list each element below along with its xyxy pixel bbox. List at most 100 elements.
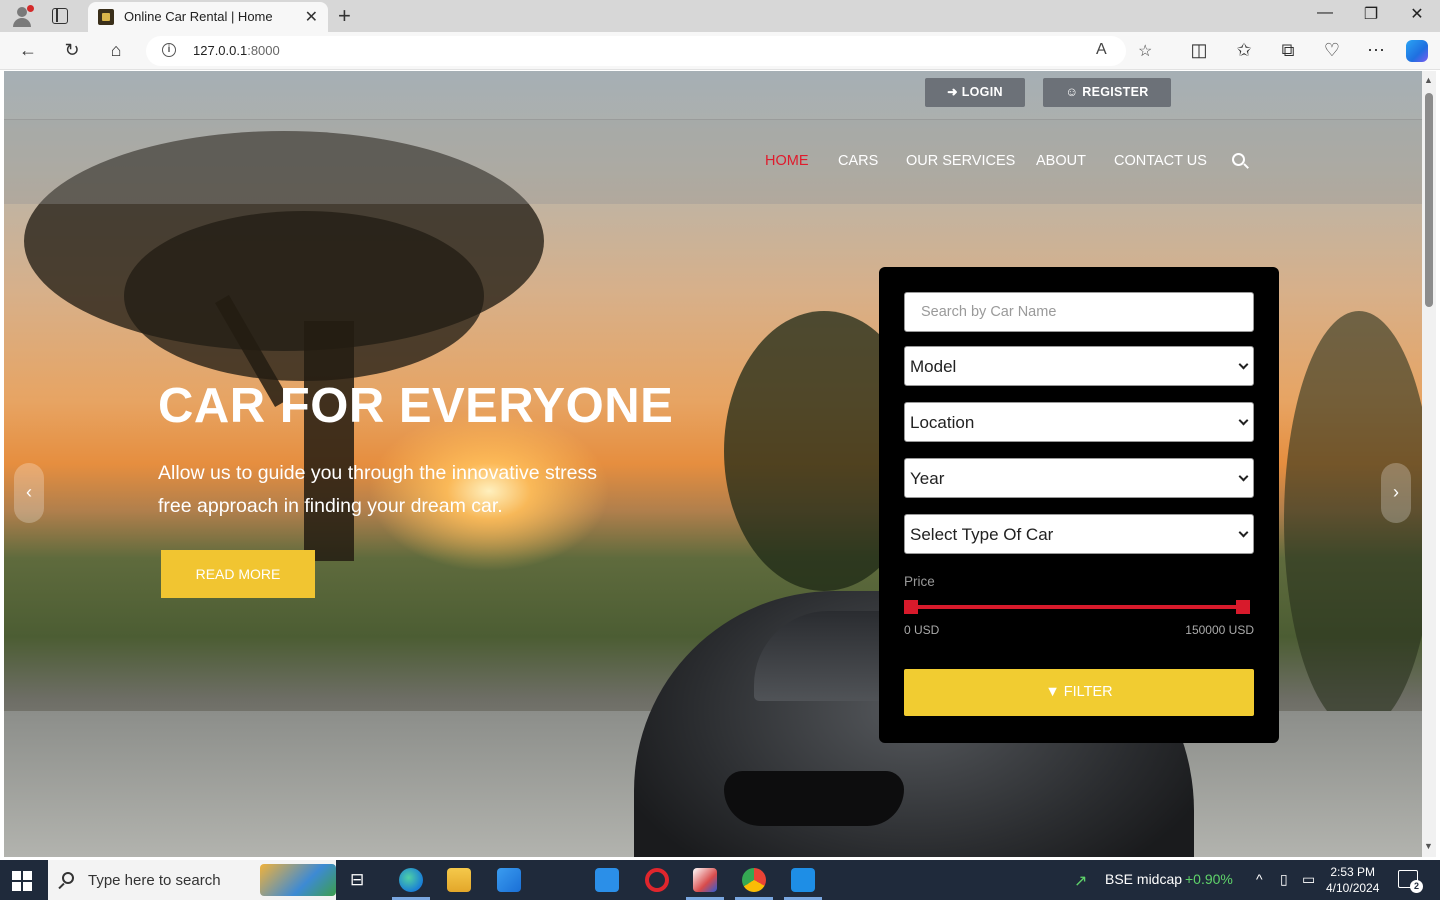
stock-chart-icon[interactable]: ↗	[1074, 871, 1087, 891]
price-max-value: 150000 USD	[1185, 623, 1254, 637]
microsoft-store-icon[interactable]	[497, 868, 521, 892]
price-slider-min-handle[interactable]	[904, 600, 918, 614]
tab-actions-icon[interactable]	[52, 8, 68, 24]
nav-home[interactable]: HOME	[765, 153, 809, 169]
carousel-next-icon[interactable]: ›	[1381, 463, 1411, 523]
register-label: REGISTER	[1082, 85, 1149, 99]
device-icon[interactable]: ▯	[1280, 871, 1288, 888]
price-slider-track[interactable]	[909, 605, 1245, 609]
hero-text: Allow us to guide you through the innova…	[158, 462, 598, 517]
windows-taskbar: Type here to search ⊟ ↗ BSE midcap +0.90…	[0, 860, 1440, 900]
nav-cars[interactable]: CARS	[838, 153, 878, 169]
clock-time: 2:53 PM	[1330, 865, 1376, 879]
hero-title: CAR FOR EVERYONE	[158, 379, 674, 433]
edge-icon[interactable]	[399, 868, 423, 892]
nav-contact-us[interactable]: CONTACT US	[1114, 153, 1207, 169]
read-aloud-icon[interactable]: A	[1096, 41, 1107, 59]
split-screen-icon[interactable]: ◫	[1187, 40, 1211, 61]
car-filter-panel: Search by Car Name Model Location Year S…	[879, 267, 1279, 743]
taskbar-search-text: Type here to search	[88, 872, 221, 889]
login-label: LOGIN	[961, 85, 1003, 99]
copilot-icon[interactable]	[1406, 40, 1428, 62]
file-explorer-icon[interactable]	[447, 868, 471, 892]
scrollbar-thumb[interactable]	[1425, 93, 1433, 307]
car-type-select[interactable]: Select Type Of Car	[904, 514, 1254, 554]
search-icon	[62, 872, 74, 884]
opera-icon[interactable]	[645, 868, 669, 892]
close-tab-icon[interactable]: ✕	[305, 7, 318, 27]
car-type-value: Select Type Of Car	[910, 525, 1054, 544]
refresh-icon[interactable]: ↻	[60, 40, 84, 61]
new-tab-icon[interactable]: +	[338, 3, 351, 29]
location-value: Location	[910, 413, 975, 432]
filter-button[interactable]: ▼ FILTER	[904, 669, 1254, 716]
profile-icon[interactable]	[10, 4, 34, 28]
favorite-icon[interactable]: ☆	[1138, 41, 1152, 61]
search-placeholder: Search by Car Name	[921, 304, 1057, 320]
register-button[interactable]: ☺ REGISTER	[1043, 78, 1171, 107]
price-min-value: 0 USD	[904, 623, 940, 637]
carousel-prev-icon[interactable]: ‹	[14, 463, 44, 523]
taskbar-clock[interactable]: 2:53 PM 4/10/2024	[1326, 864, 1379, 896]
filter-icon: ▼	[1045, 684, 1064, 700]
car-name-search-input[interactable]: Search by Car Name	[904, 292, 1254, 332]
show-hidden-icons-icon[interactable]: ^	[1256, 871, 1263, 887]
location-select[interactable]: Location	[904, 402, 1254, 442]
scroll-up-icon[interactable]: ▲	[1424, 75, 1433, 85]
site-favicon-icon	[98, 9, 114, 25]
tab-title: Online Car Rental | Home	[124, 9, 273, 24]
network-icon[interactable]: ▭	[1302, 871, 1315, 888]
read-more-button[interactable]: READ MORE	[161, 550, 315, 598]
address-bar[interactable]: i 127.0.0.1:8000 A ☆	[146, 36, 1152, 66]
main-navbar: HOME CARS OUR SERVICES ABOUT CONTACT US	[4, 120, 1422, 204]
close-window-icon[interactable]: ✕	[1394, 4, 1440, 24]
stock-change: +0.90%	[1185, 871, 1233, 887]
page-viewport: ➜ LOGIN ☺ REGISTER HOME CARS OUR SERVICE…	[4, 71, 1422, 857]
back-icon[interactable]: ←	[16, 40, 40, 61]
home-icon[interactable]: ⌂	[104, 40, 128, 61]
chrome-icon[interactable]	[742, 868, 766, 892]
login-icon: ➜	[947, 85, 962, 99]
page-scrollbar[interactable]: ▲ ▼	[1422, 71, 1436, 857]
nav-our-services[interactable]: OUR SERVICES	[906, 153, 1015, 169]
model-value: Model	[910, 357, 957, 376]
taskbar-search-box[interactable]: Type here to search	[48, 860, 336, 900]
info-icon[interactable]: i	[162, 43, 176, 57]
user-plus-icon: ☺	[1065, 85, 1083, 99]
nav-about[interactable]: ABOUT	[1036, 153, 1086, 169]
url-text: 127.0.0.1:8000	[193, 43, 280, 58]
price-slider-max-handle[interactable]	[1236, 600, 1250, 614]
browser-tab[interactable]: Online Car Rental | Home ✕	[88, 2, 328, 32]
more-icon[interactable]: ⋯	[1364, 40, 1388, 61]
year-select[interactable]: Year	[904, 458, 1254, 498]
collections-icon[interactable]: ⧉	[1276, 40, 1300, 61]
minimize-icon[interactable]: —	[1302, 4, 1348, 22]
browser-toolbar: ← ↻ ⌂ i 127.0.0.1:8000 A ☆ ◫ ✩ ⧉ ♡ ⋯	[0, 32, 1440, 70]
favorites-icon[interactable]: ✩	[1232, 40, 1256, 61]
chevron-down-icon	[1238, 415, 1249, 426]
year-value: Year	[910, 469, 945, 488]
restore-icon[interactable]: ❐	[1348, 4, 1394, 24]
clock-date: 4/10/2024	[1326, 881, 1380, 895]
app-icon[interactable]	[693, 868, 717, 892]
url-port: :8000	[247, 43, 280, 58]
notification-icon[interactable]: 2	[1398, 870, 1423, 893]
price-label: Price	[904, 574, 935, 589]
browser-essentials-icon[interactable]: ♡	[1320, 40, 1344, 61]
task-view-icon[interactable]: ⊟	[350, 870, 364, 890]
chevron-down-icon	[1238, 471, 1249, 482]
vscode-icon[interactable]	[791, 868, 815, 892]
mail-icon[interactable]	[595, 868, 619, 892]
filter-label: FILTER	[1063, 684, 1113, 700]
top-auth-bar: ➜ LOGIN ☺ REGISTER	[4, 71, 1422, 120]
search-highlight-image	[260, 864, 336, 896]
browser-titlebar: Online Car Rental | Home ✕ + — ❐ ✕	[0, 0, 1440, 32]
chevron-down-icon	[1238, 359, 1249, 370]
model-select[interactable]: Model	[904, 346, 1254, 386]
search-icon[interactable]	[1232, 153, 1245, 166]
notification-count: 2	[1410, 880, 1423, 893]
stock-name[interactable]: BSE midcap	[1105, 871, 1182, 887]
login-button[interactable]: ➜ LOGIN	[925, 78, 1025, 107]
scroll-down-icon[interactable]: ▼	[1424, 841, 1433, 851]
windows-start-icon[interactable]	[12, 871, 32, 891]
